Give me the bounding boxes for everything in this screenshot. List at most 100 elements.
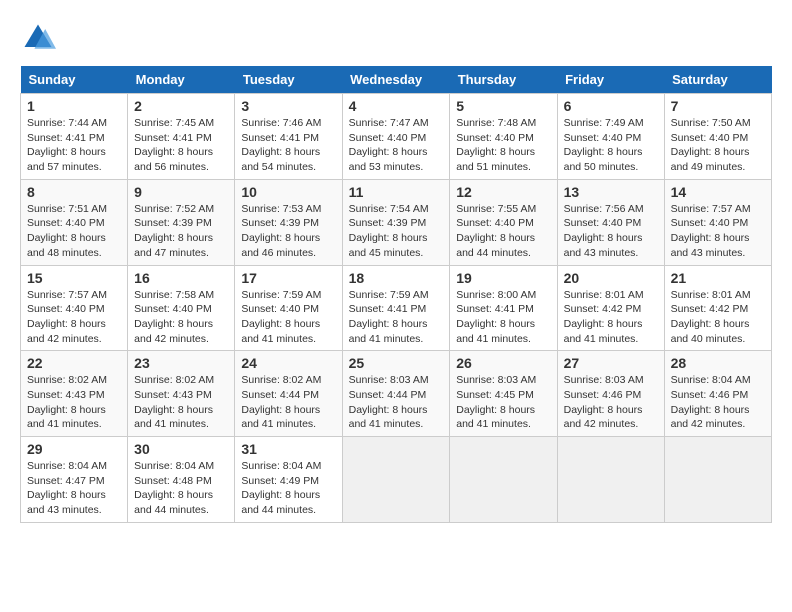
day-number: 22 — [27, 355, 121, 371]
calendar-row-4: 22 Sunrise: 8:02 AM Sunset: 4:43 PM Dayl… — [21, 351, 772, 437]
calendar-cell: 22 Sunrise: 8:02 AM Sunset: 4:43 PM Dayl… — [21, 351, 128, 437]
day-number: 6 — [564, 98, 658, 114]
day-number: 7 — [671, 98, 765, 114]
day-number: 8 — [27, 184, 121, 200]
day-number: 15 — [27, 270, 121, 286]
day-info: Sunrise: 8:00 AM Sunset: 4:41 PM Dayligh… — [456, 288, 550, 347]
day-info: Sunrise: 7:57 AM Sunset: 4:40 PM Dayligh… — [671, 202, 765, 261]
calendar-row-3: 15 Sunrise: 7:57 AM Sunset: 4:40 PM Dayl… — [21, 265, 772, 351]
calendar-cell — [557, 437, 664, 523]
day-number: 1 — [27, 98, 121, 114]
day-info: Sunrise: 8:04 AM Sunset: 4:47 PM Dayligh… — [27, 459, 121, 518]
calendar-cell: 6 Sunrise: 7:49 AM Sunset: 4:40 PM Dayli… — [557, 94, 664, 180]
page-header — [20, 20, 772, 56]
calendar-cell — [664, 437, 771, 523]
calendar-cell: 16 Sunrise: 7:58 AM Sunset: 4:40 PM Dayl… — [128, 265, 235, 351]
day-info: Sunrise: 7:46 AM Sunset: 4:41 PM Dayligh… — [241, 116, 335, 175]
calendar-cell: 29 Sunrise: 8:04 AM Sunset: 4:47 PM Dayl… — [21, 437, 128, 523]
header-cell-monday: Monday — [128, 66, 235, 94]
calendar-row-1: 1 Sunrise: 7:44 AM Sunset: 4:41 PM Dayli… — [21, 94, 772, 180]
day-number: 24 — [241, 355, 335, 371]
day-info: Sunrise: 8:03 AM Sunset: 4:44 PM Dayligh… — [349, 373, 444, 432]
calendar-cell: 7 Sunrise: 7:50 AM Sunset: 4:40 PM Dayli… — [664, 94, 771, 180]
header-cell-tuesday: Tuesday — [235, 66, 342, 94]
day-number: 16 — [134, 270, 228, 286]
day-info: Sunrise: 7:56 AM Sunset: 4:40 PM Dayligh… — [564, 202, 658, 261]
calendar-table: SundayMondayTuesdayWednesdayThursdayFrid… — [20, 66, 772, 523]
logo-icon — [20, 20, 56, 56]
day-info: Sunrise: 7:53 AM Sunset: 4:39 PM Dayligh… — [241, 202, 335, 261]
calendar-cell: 23 Sunrise: 8:02 AM Sunset: 4:43 PM Dayl… — [128, 351, 235, 437]
day-info: Sunrise: 8:02 AM Sunset: 4:44 PM Dayligh… — [241, 373, 335, 432]
day-info: Sunrise: 7:54 AM Sunset: 4:39 PM Dayligh… — [349, 202, 444, 261]
calendar-cell: 17 Sunrise: 7:59 AM Sunset: 4:40 PM Dayl… — [235, 265, 342, 351]
day-number: 26 — [456, 355, 550, 371]
day-number: 19 — [456, 270, 550, 286]
day-number: 4 — [349, 98, 444, 114]
day-number: 28 — [671, 355, 765, 371]
day-info: Sunrise: 7:59 AM Sunset: 4:40 PM Dayligh… — [241, 288, 335, 347]
day-number: 14 — [671, 184, 765, 200]
day-info: Sunrise: 8:02 AM Sunset: 4:43 PM Dayligh… — [27, 373, 121, 432]
calendar-cell: 9 Sunrise: 7:52 AM Sunset: 4:39 PM Dayli… — [128, 179, 235, 265]
day-number: 10 — [241, 184, 335, 200]
day-number: 25 — [349, 355, 444, 371]
header-cell-thursday: Thursday — [450, 66, 557, 94]
day-info: Sunrise: 8:04 AM Sunset: 4:48 PM Dayligh… — [134, 459, 228, 518]
day-info: Sunrise: 8:01 AM Sunset: 4:42 PM Dayligh… — [564, 288, 658, 347]
calendar-cell: 28 Sunrise: 8:04 AM Sunset: 4:46 PM Dayl… — [664, 351, 771, 437]
header-cell-wednesday: Wednesday — [342, 66, 450, 94]
calendar-cell: 8 Sunrise: 7:51 AM Sunset: 4:40 PM Dayli… — [21, 179, 128, 265]
day-info: Sunrise: 8:04 AM Sunset: 4:46 PM Dayligh… — [671, 373, 765, 432]
day-number: 30 — [134, 441, 228, 457]
calendar-cell: 10 Sunrise: 7:53 AM Sunset: 4:39 PM Dayl… — [235, 179, 342, 265]
calendar-cell: 26 Sunrise: 8:03 AM Sunset: 4:45 PM Dayl… — [450, 351, 557, 437]
calendar-header: SundayMondayTuesdayWednesdayThursdayFrid… — [21, 66, 772, 94]
calendar-cell: 3 Sunrise: 7:46 AM Sunset: 4:41 PM Dayli… — [235, 94, 342, 180]
day-number: 29 — [27, 441, 121, 457]
day-number: 17 — [241, 270, 335, 286]
day-info: Sunrise: 7:49 AM Sunset: 4:40 PM Dayligh… — [564, 116, 658, 175]
day-number: 23 — [134, 355, 228, 371]
day-info: Sunrise: 7:52 AM Sunset: 4:39 PM Dayligh… — [134, 202, 228, 261]
header-cell-friday: Friday — [557, 66, 664, 94]
calendar-cell — [342, 437, 450, 523]
day-info: Sunrise: 7:51 AM Sunset: 4:40 PM Dayligh… — [27, 202, 121, 261]
calendar-cell: 31 Sunrise: 8:04 AM Sunset: 4:49 PM Dayl… — [235, 437, 342, 523]
day-number: 11 — [349, 184, 444, 200]
calendar-row-5: 29 Sunrise: 8:04 AM Sunset: 4:47 PM Dayl… — [21, 437, 772, 523]
calendar-cell: 15 Sunrise: 7:57 AM Sunset: 4:40 PM Dayl… — [21, 265, 128, 351]
day-info: Sunrise: 7:47 AM Sunset: 4:40 PM Dayligh… — [349, 116, 444, 175]
calendar-cell: 1 Sunrise: 7:44 AM Sunset: 4:41 PM Dayli… — [21, 94, 128, 180]
day-number: 21 — [671, 270, 765, 286]
day-info: Sunrise: 7:59 AM Sunset: 4:41 PM Dayligh… — [349, 288, 444, 347]
calendar-cell: 27 Sunrise: 8:03 AM Sunset: 4:46 PM Dayl… — [557, 351, 664, 437]
calendar-cell: 4 Sunrise: 7:47 AM Sunset: 4:40 PM Dayli… — [342, 94, 450, 180]
day-number: 3 — [241, 98, 335, 114]
calendar-cell: 20 Sunrise: 8:01 AM Sunset: 4:42 PM Dayl… — [557, 265, 664, 351]
day-info: Sunrise: 8:02 AM Sunset: 4:43 PM Dayligh… — [134, 373, 228, 432]
calendar-cell: 21 Sunrise: 8:01 AM Sunset: 4:42 PM Dayl… — [664, 265, 771, 351]
calendar-cell: 11 Sunrise: 7:54 AM Sunset: 4:39 PM Dayl… — [342, 179, 450, 265]
calendar-cell: 5 Sunrise: 7:48 AM Sunset: 4:40 PM Dayli… — [450, 94, 557, 180]
calendar-cell: 13 Sunrise: 7:56 AM Sunset: 4:40 PM Dayl… — [557, 179, 664, 265]
calendar-cell: 19 Sunrise: 8:00 AM Sunset: 4:41 PM Dayl… — [450, 265, 557, 351]
day-info: Sunrise: 7:55 AM Sunset: 4:40 PM Dayligh… — [456, 202, 550, 261]
header-cell-saturday: Saturday — [664, 66, 771, 94]
calendar-row-2: 8 Sunrise: 7:51 AM Sunset: 4:40 PM Dayli… — [21, 179, 772, 265]
day-info: Sunrise: 7:50 AM Sunset: 4:40 PM Dayligh… — [671, 116, 765, 175]
logo — [20, 20, 60, 56]
day-number: 20 — [564, 270, 658, 286]
day-number: 2 — [134, 98, 228, 114]
calendar-body: 1 Sunrise: 7:44 AM Sunset: 4:41 PM Dayli… — [21, 94, 772, 523]
calendar-cell: 14 Sunrise: 7:57 AM Sunset: 4:40 PM Dayl… — [664, 179, 771, 265]
day-info: Sunrise: 8:03 AM Sunset: 4:46 PM Dayligh… — [564, 373, 658, 432]
calendar-cell: 18 Sunrise: 7:59 AM Sunset: 4:41 PM Dayl… — [342, 265, 450, 351]
calendar-cell: 30 Sunrise: 8:04 AM Sunset: 4:48 PM Dayl… — [128, 437, 235, 523]
day-info: Sunrise: 8:04 AM Sunset: 4:49 PM Dayligh… — [241, 459, 335, 518]
calendar-cell: 12 Sunrise: 7:55 AM Sunset: 4:40 PM Dayl… — [450, 179, 557, 265]
day-info: Sunrise: 7:58 AM Sunset: 4:40 PM Dayligh… — [134, 288, 228, 347]
day-info: Sunrise: 7:44 AM Sunset: 4:41 PM Dayligh… — [27, 116, 121, 175]
day-number: 31 — [241, 441, 335, 457]
header-cell-sunday: Sunday — [21, 66, 128, 94]
